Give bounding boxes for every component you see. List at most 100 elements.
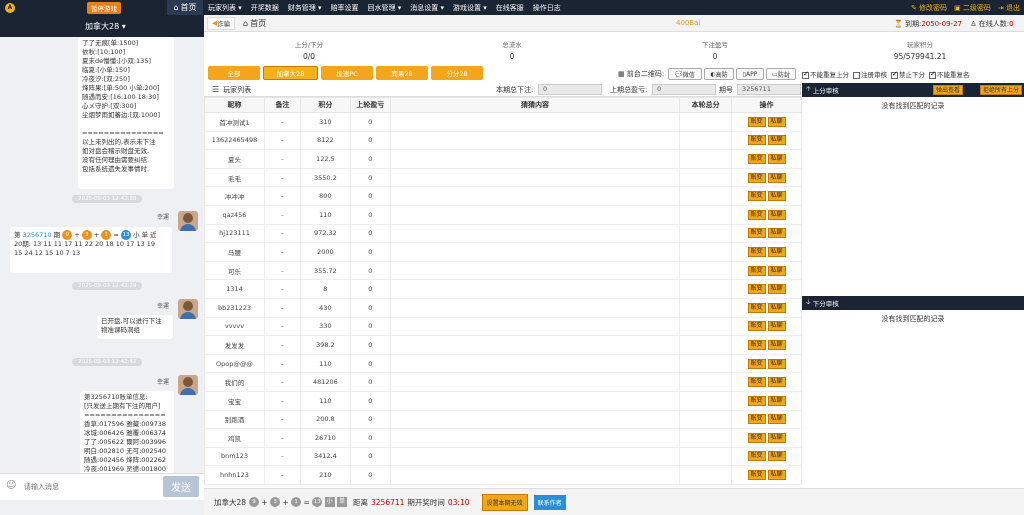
app-logo: A: [5, 2, 15, 13]
chat-panel: 加拿大28 ▾ 了了无痕[单:1500] 依秋:[10:100] 夏末de懵懂:[小…: [0, 15, 204, 515]
anti-block-button[interactable]: ▭ 防封: [766, 68, 796, 80]
period-field: 3256711: [737, 84, 801, 95]
reject-all-up-button[interactable]: 拒绝所有上分: [980, 85, 1023, 95]
cell-points: 3550.2: [299, 167, 351, 188]
private-chat-button[interactable]: 私聊: [767, 209, 786, 220]
balance-change-button[interactable]: 账变: [747, 228, 766, 239]
balance-change-button[interactable]: 账变: [747, 339, 766, 350]
private-chat-button[interactable]: 私聊: [767, 358, 786, 369]
menu-finance[interactable]: 财务管理 ▾: [288, 3, 322, 13]
chat-input[interactable]: [24, 480, 154, 494]
balance-change-button[interactable]: 账变: [747, 284, 766, 295]
private-chat-button[interactable]: 私聊: [767, 432, 786, 443]
filter-all-button[interactable]: 全部: [208, 66, 260, 80]
private-chat-button[interactable]: 私聊: [767, 284, 786, 295]
menu-player-list[interactable]: 玩家列表 ▾: [208, 3, 242, 13]
balance-change-button[interactable]: 账变: [747, 246, 766, 257]
check-no-repeat-name[interactable]: 不能重复名: [929, 69, 970, 79]
modify-password-link[interactable]: ✎ 修改密码: [911, 3, 947, 13]
second-password-link[interactable]: ▣ 二级密码: [954, 3, 991, 13]
menu-odds[interactable]: 赔率设置: [331, 3, 359, 13]
balance-change-button[interactable]: 账变: [747, 209, 766, 220]
cell-actions: 账变 私聊: [731, 335, 802, 355]
popup-view-button[interactable]: 弹出查看: [933, 85, 964, 95]
private-chat-button[interactable]: 私聊: [767, 228, 786, 239]
set-void-button[interactable]: 设置本期无效: [481, 493, 528, 511]
check-forbid-down[interactable]: 禁止下分: [891, 69, 925, 79]
cell-guess: [389, 167, 681, 188]
cell-round-total: [679, 112, 733, 132]
contact-author-button[interactable]: 联系作者: [533, 494, 566, 510]
private-chat-button[interactable]: 私聊: [767, 451, 786, 462]
private-chat-button[interactable]: 私聊: [767, 395, 786, 406]
menu-game-settings[interactable]: 游戏设置 ▾: [453, 3, 487, 13]
tab-home[interactable]: ⌂ 首页: [243, 17, 266, 30]
cell-points: 398.2: [299, 335, 351, 355]
balance-change-button[interactable]: 账变: [747, 191, 766, 202]
wechat-button[interactable]: 💬 微信: [668, 68, 702, 80]
balance-change-button[interactable]: 账变: [747, 135, 766, 146]
cell-last-profit: 0: [349, 428, 391, 448]
balance-change-button[interactable]: 账变: [747, 153, 766, 164]
private-chat-button[interactable]: 私聊: [767, 116, 786, 127]
balance-change-button[interactable]: 账变: [747, 377, 766, 388]
chat-line: 随遇而安:[16:100 18:30]: [82, 93, 159, 101]
menu-support[interactable]: 在线客服: [496, 3, 524, 13]
filter-ff28-button[interactable]: 分分28: [431, 66, 483, 80]
send-button[interactable]: 发送: [163, 476, 199, 497]
pause-game-button[interactable]: 暂停游戏: [87, 1, 121, 14]
private-chat-button[interactable]: 私聊: [767, 414, 786, 425]
private-chat-button[interactable]: 私聊: [767, 246, 786, 257]
check-no-repeat-up[interactable]: 不能重复上分: [802, 69, 849, 79]
private-chat-button[interactable]: 私聊: [767, 172, 786, 183]
menu-draw-data[interactable]: 开奖数据: [251, 3, 279, 13]
balance-change-button[interactable]: 账变: [747, 358, 766, 369]
logout-link[interactable]: ⇥ 退出: [998, 3, 1020, 13]
filter-fastpc-button[interactable]: 极速PC: [321, 66, 373, 80]
cell-round-total: [679, 335, 733, 355]
balance-change-button[interactable]: 账变: [747, 451, 766, 462]
balance-change-button[interactable]: 账变: [747, 414, 766, 425]
balance-change-button[interactable]: 账变: [747, 265, 766, 276]
private-chat-button[interactable]: 私聊: [767, 470, 786, 481]
emoji-icon[interactable]: ☺: [6, 480, 16, 491]
app-button[interactable]: ▯ APP: [736, 68, 764, 80]
private-chat-button[interactable]: 私聊: [767, 321, 786, 332]
cell-round-total: [679, 279, 733, 299]
chat-timestamp: 2025-09-03 12:42:29: [72, 282, 143, 290]
cell-last-profit: 0: [349, 353, 391, 374]
balance-change-button[interactable]: 账变: [747, 470, 766, 481]
balance-change-button[interactable]: 账变: [747, 172, 766, 183]
private-chat-button[interactable]: 私聊: [767, 265, 786, 276]
balance-change-button[interactable]: 账变: [747, 116, 766, 127]
balance-change-button[interactable]: 账变: [747, 302, 766, 313]
antiddos-button[interactable]: ◐ 高防: [704, 68, 734, 80]
cell-actions: 账变 私聊: [731, 149, 802, 169]
private-chat-button[interactable]: 私聊: [767, 339, 786, 350]
cell-nickname: qaz456: [204, 204, 265, 225]
private-chat-button[interactable]: 私聊: [767, 135, 786, 146]
private-chat-button[interactable]: 私聊: [767, 302, 786, 313]
chat-line: 香草:017596 雅藏:009738: [84, 420, 167, 428]
chat-game-selector[interactable]: 加拿大28 ▾: [0, 15, 204, 37]
balance-change-button[interactable]: 账变: [747, 395, 766, 406]
check-register-audit[interactable]: 注册审核: [853, 69, 887, 79]
cell-remark: -: [263, 465, 301, 485]
home-button[interactable]: ⌂ 首页: [167, 0, 203, 15]
balance-change-button[interactable]: 账变: [747, 321, 766, 332]
filter-canada28-button[interactable]: 加拿大28: [263, 66, 318, 80]
private-chat-button[interactable]: 私聊: [767, 153, 786, 164]
next-period: 3256711: [371, 497, 405, 507]
menu-rebate[interactable]: 回水管理 ▾: [368, 3, 402, 13]
private-chat-button[interactable]: 私聊: [767, 191, 786, 202]
period-label: 期号: [719, 86, 733, 94]
tab-active[interactable]: ◀ 诈骗: [207, 16, 235, 30]
balance-change-button[interactable]: 账变: [747, 432, 766, 443]
cell-last-profit: 0: [349, 223, 391, 244]
filter-bingo28-button[interactable]: 宾果28: [376, 66, 428, 80]
private-chat-button[interactable]: 私聊: [767, 377, 786, 388]
menu-message[interactable]: 消息设置 ▾: [410, 3, 444, 13]
cell-remark: -: [263, 390, 301, 411]
cell-points: 800: [299, 186, 351, 206]
menu-oplog[interactable]: 操作日志: [533, 3, 561, 13]
